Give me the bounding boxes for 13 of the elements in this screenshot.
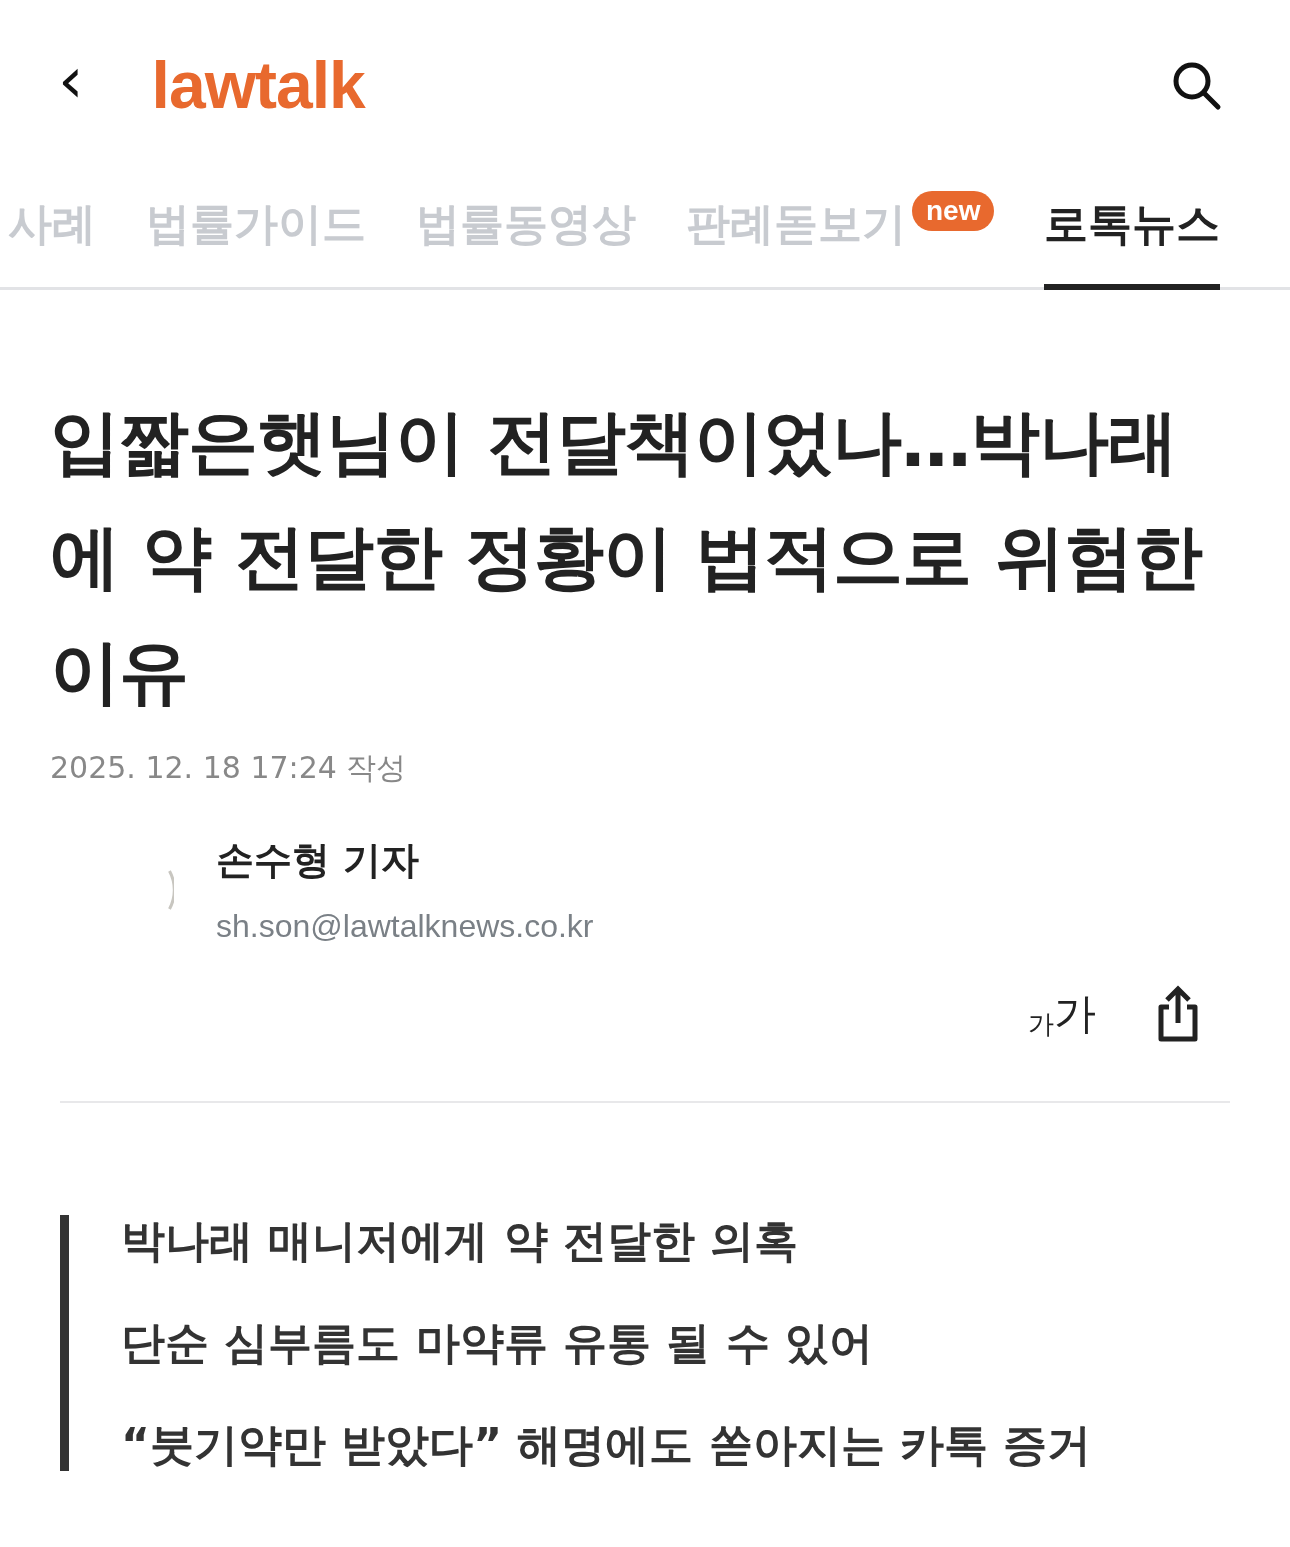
author-email: sh.son@lawtalknews.co.kr [216,908,594,945]
logo[interactable]: lawtalk [151,47,365,123]
summary-point: “붓기약만 받았다” 해명에도 쏟아지는 카톡 증거 [121,1419,1093,1471]
article-date: 2025. 12. 18 17:24 작성 [50,749,408,787]
avatar-icon [168,870,174,910]
author-name: 손수형 기자 [216,837,421,884]
article-title: 입짧은햇님이 전달책이었나…박나래에 약 전달한 정황이 법적으로 위험한 이유 [50,400,1204,715]
tab[interactable]: 로톡뉴스 [1044,195,1221,290]
summary-point: 단순 심부름도 마약류 유통 될 수 있어 [121,1317,874,1369]
share-icon[interactable] [1156,985,1200,1043]
new-badge: new [912,191,995,231]
summary-point: 박나래 매니저에게 약 전달한 의혹 [121,1215,800,1267]
back-button[interactable]: ‹ [50,48,92,112]
